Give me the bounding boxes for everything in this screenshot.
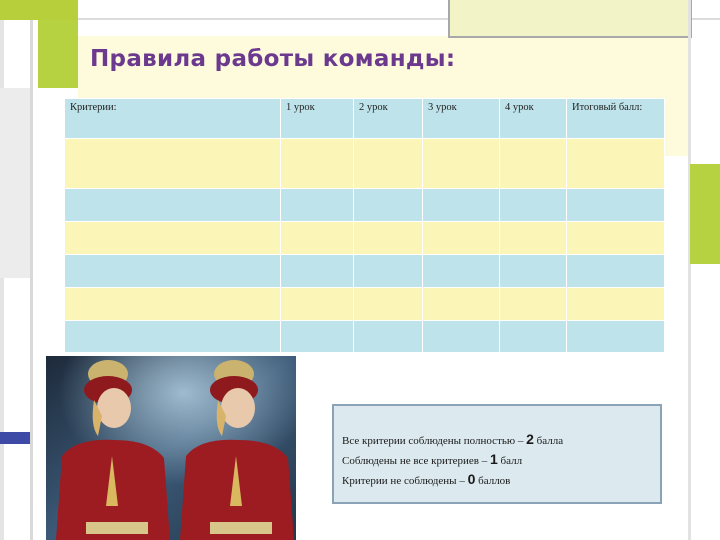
table-cell[interactable]: [499, 320, 567, 353]
table-cell[interactable]: [422, 188, 500, 222]
slide-title: Правила работы команды:: [90, 46, 456, 72]
table-cell[interactable]: [353, 254, 423, 288]
scoring-unit: баллов: [475, 475, 511, 487]
table-row: [64, 188, 665, 222]
header-lesson-1: 1 урок: [280, 98, 354, 139]
table-cell[interactable]: [280, 320, 354, 353]
table-cell[interactable]: [64, 188, 281, 222]
accent-green-bar-right: [690, 164, 720, 264]
table-row: [64, 287, 665, 321]
table-cell[interactable]: [353, 221, 423, 255]
scoring-line-0-points: Критерии не соблюдены – 0 баллов: [342, 470, 660, 490]
table-cell[interactable]: [353, 287, 423, 321]
table-row: [64, 254, 665, 288]
table-cell[interactable]: [64, 254, 281, 288]
accent-green-square: [38, 20, 78, 88]
table-cell[interactable]: [64, 287, 281, 321]
table-row: [64, 221, 665, 255]
table-cell[interactable]: [280, 254, 354, 288]
header-criteria: Критерии:: [64, 98, 281, 139]
table-cell[interactable]: [353, 188, 423, 222]
table-cell[interactable]: [422, 221, 500, 255]
table-row: [64, 320, 665, 353]
table-cell[interactable]: [499, 138, 567, 189]
table-header-row: Критерии: 1 урок 2 урок 3 урок 4 урок Ит…: [64, 98, 665, 139]
table-cell[interactable]: [566, 320, 665, 353]
scoring-line-2-points: Все критерии соблюдены полностью – 2 бал…: [342, 430, 660, 450]
scoring-unit: балл: [497, 455, 523, 467]
scoring-value: 2: [526, 431, 534, 447]
table-cell[interactable]: [566, 221, 665, 255]
table-cell[interactable]: [64, 138, 281, 189]
table-cell[interactable]: [566, 188, 665, 222]
scoring-line-1-point: Соблюдены не все критериев – 1 балл: [342, 450, 660, 470]
table-cell[interactable]: [566, 254, 665, 288]
table-cell[interactable]: [280, 287, 354, 321]
table-cell[interactable]: [280, 138, 354, 189]
table-cell[interactable]: [64, 320, 281, 353]
table-cell[interactable]: [280, 221, 354, 255]
accent-top-box: [448, 0, 692, 38]
scoring-text: Критерии не соблюдены –: [342, 475, 468, 487]
table-cell[interactable]: [422, 138, 500, 189]
table-cell[interactable]: [280, 188, 354, 222]
scoring-text: Все критерии соблюдены полностью –: [342, 435, 527, 447]
table-cell[interactable]: [353, 138, 423, 189]
children-photo: [46, 356, 296, 540]
accent-gray-bar: [0, 88, 30, 278]
frame-line-inner: [30, 20, 33, 540]
table-cell[interactable]: [422, 254, 500, 288]
frame-line-right: [688, 0, 691, 540]
table-row: [64, 138, 665, 189]
table-cell[interactable]: [566, 287, 665, 321]
accent-green-strip: [0, 0, 78, 20]
scoring-unit: балла: [533, 435, 564, 447]
table-cell[interactable]: [566, 138, 665, 189]
table-cell[interactable]: [499, 287, 567, 321]
table-cell[interactable]: [353, 320, 423, 353]
header-lesson-3: 3 урок: [422, 98, 500, 139]
scoring-text: Соблюдены не все критериев –: [342, 455, 490, 467]
header-lesson-2: 2 урок: [353, 98, 423, 139]
accent-blue-bar: [0, 432, 30, 444]
scoring-rules-box: Все критерии соблюдены полностью – 2 бал…: [332, 404, 662, 504]
table-cell[interactable]: [499, 254, 567, 288]
table-cell[interactable]: [499, 221, 567, 255]
header-total: Итоговый балл:: [566, 98, 665, 139]
criteria-table: Критерии: 1 урок 2 урок 3 урок 4 урок Ит…: [64, 98, 665, 353]
header-lesson-4: 4 урок: [499, 98, 567, 139]
table-cell[interactable]: [499, 188, 567, 222]
table-cell[interactable]: [64, 221, 281, 255]
table-cell[interactable]: [422, 287, 500, 321]
table-cell[interactable]: [422, 320, 500, 353]
scoring-value: 1: [490, 451, 498, 467]
